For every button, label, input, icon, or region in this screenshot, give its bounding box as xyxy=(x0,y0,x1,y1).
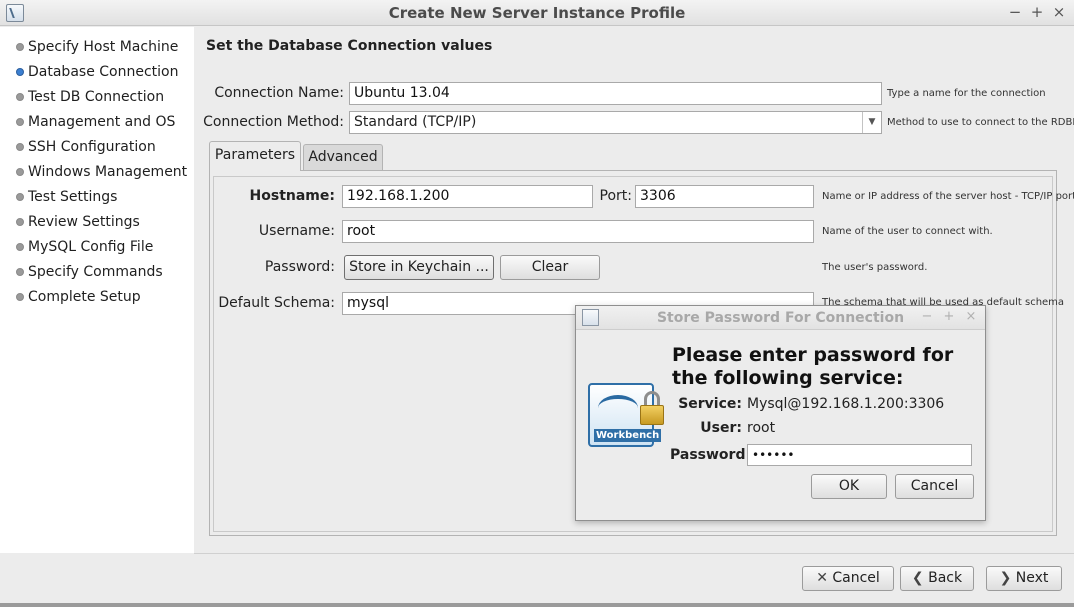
dialog-heading: Please enter password for the following … xyxy=(672,344,954,389)
chevron-down-icon[interactable]: ▼ xyxy=(862,112,881,133)
chevron-left-icon: ❮ xyxy=(911,570,924,586)
step-bullet-icon xyxy=(16,93,24,101)
footer-separator xyxy=(194,553,1074,554)
step-bullet-icon xyxy=(16,218,24,226)
close-window-button[interactable]: × xyxy=(1050,3,1068,21)
dialog-titlebar: Store Password For Connection − + × xyxy=(576,306,985,330)
step-bullet-icon xyxy=(16,168,24,176)
step-bullet-icon xyxy=(16,268,24,276)
dialog-close-button[interactable]: × xyxy=(964,309,978,324)
window-title: Create New Server Instance Profile xyxy=(388,4,686,22)
chevron-right-icon: ❯ xyxy=(999,570,1012,586)
password-hint: The user's password. xyxy=(822,262,928,273)
connection-method-label: Connection Method: xyxy=(203,114,344,130)
dolphin-icon xyxy=(598,395,638,421)
back-button[interactable]: ❮ Back xyxy=(900,566,974,591)
port-input[interactable]: 3306 xyxy=(635,185,814,208)
step-database-connection[interactable]: Database Connection xyxy=(16,62,178,82)
step-mysql-config-file[interactable]: MySQL Config File xyxy=(16,237,153,257)
step-bullet-icon xyxy=(16,293,24,301)
step-label: Specify Host Machine xyxy=(28,39,179,55)
step-management-and-os[interactable]: Management and OS xyxy=(16,112,175,132)
step-label: Management and OS xyxy=(28,114,176,130)
connection-method-value: Standard (TCP/IP) xyxy=(354,114,477,130)
step-label: Review Settings xyxy=(28,214,140,230)
next-button[interactable]: ❯ Next xyxy=(986,566,1062,591)
cancel-button-label: Cancel xyxy=(832,570,880,586)
step-label: Test Settings xyxy=(28,189,118,205)
username-label: Username: xyxy=(258,223,335,239)
step-bullet-icon xyxy=(16,193,24,201)
user-label: User: xyxy=(700,420,742,436)
step-bullet-icon xyxy=(16,118,24,126)
hostname-input[interactable]: 192.168.1.200 xyxy=(342,185,593,208)
step-label: Test DB Connection xyxy=(28,89,165,105)
step-specify-host-machine[interactable]: Specify Host Machine xyxy=(16,37,178,57)
connection-name-hint: Type a name for the connection xyxy=(887,88,1046,99)
next-button-label: Next xyxy=(1015,570,1049,586)
hostname-label: Hostname: xyxy=(249,188,335,204)
step-label: SSH Configuration xyxy=(28,139,156,155)
store-password-dialog: Store Password For Connection − + × Work… xyxy=(575,305,986,521)
step-label: Specify Commands xyxy=(28,264,163,280)
section-title: Set the Database Connection values xyxy=(206,38,493,54)
tab-parameters[interactable]: Parameters xyxy=(209,141,301,171)
step-label: Windows Management xyxy=(28,164,188,180)
hostname-port-hint: Name or IP address of the server host - … xyxy=(822,191,1074,202)
step-label: Database Connection xyxy=(28,64,179,80)
connection-name-input[interactable]: Ubuntu 13.04 xyxy=(349,82,882,105)
step-bullet-icon xyxy=(16,43,24,51)
dialog-minimize-button[interactable]: − xyxy=(920,309,934,324)
step-test-db-connection[interactable]: Test DB Connection xyxy=(16,87,164,107)
dialog-password-input[interactable]: •••••• xyxy=(747,444,972,466)
password-label: Password: xyxy=(264,259,335,275)
step-ssh-configuration[interactable]: SSH Configuration xyxy=(16,137,156,157)
step-bullet-icon xyxy=(16,243,24,251)
dialog-password-label: Password: xyxy=(670,447,752,463)
step-label: Complete Setup xyxy=(28,289,141,305)
service-label: Service: xyxy=(678,396,742,412)
window-titlebar: Create New Server Instance Profile − + × xyxy=(0,0,1074,26)
back-button-label: Back xyxy=(928,570,963,586)
step-windows-management[interactable]: Windows Management xyxy=(16,162,187,182)
minimize-window-button[interactable]: − xyxy=(1006,3,1024,21)
step-label: MySQL Config File xyxy=(28,239,154,255)
store-in-keychain-button[interactable]: Store in Keychain ... xyxy=(344,255,494,280)
step-review-settings[interactable]: Review Settings xyxy=(16,212,140,232)
step-specify-commands[interactable]: Specify Commands xyxy=(16,262,163,282)
connection-name-label: Connection Name: xyxy=(214,85,344,101)
wizard-steps-sidebar: Specify Host Machine Database Connection… xyxy=(0,27,194,553)
tab-advanced[interactable]: Advanced xyxy=(303,144,383,171)
dialog-ok-button[interactable]: OK xyxy=(811,474,887,499)
service-value: Mysql@192.168.1.200:3306 xyxy=(747,396,945,412)
maximize-window-button[interactable]: + xyxy=(1028,3,1046,21)
logo-text: Workbench xyxy=(594,429,662,442)
clear-password-button[interactable]: Clear xyxy=(500,255,600,280)
cancel-button[interactable]: ✕ Cancel xyxy=(802,566,894,591)
step-bullet-active-icon xyxy=(16,68,24,76)
dialog-cancel-button[interactable]: Cancel xyxy=(895,474,974,499)
padlock-icon xyxy=(639,391,665,427)
connection-method-select[interactable]: Standard (TCP/IP) ▼ xyxy=(349,111,882,134)
username-hint: Name of the user to connect with. xyxy=(822,226,993,237)
step-complete-setup[interactable]: Complete Setup xyxy=(16,287,141,307)
username-input[interactable]: root xyxy=(342,220,814,243)
dialog-maximize-button[interactable]: + xyxy=(942,309,956,324)
port-label: Port: xyxy=(599,188,632,204)
x-mark-icon: ✕ xyxy=(816,570,828,586)
connection-method-hint: Method to use to connect to the RDBMS xyxy=(887,117,1074,128)
window-bottom-border xyxy=(0,603,1074,607)
step-bullet-icon xyxy=(16,143,24,151)
step-test-settings[interactable]: Test Settings xyxy=(16,187,117,207)
default-schema-label: Default Schema: xyxy=(218,295,335,311)
user-value: root xyxy=(747,420,776,436)
